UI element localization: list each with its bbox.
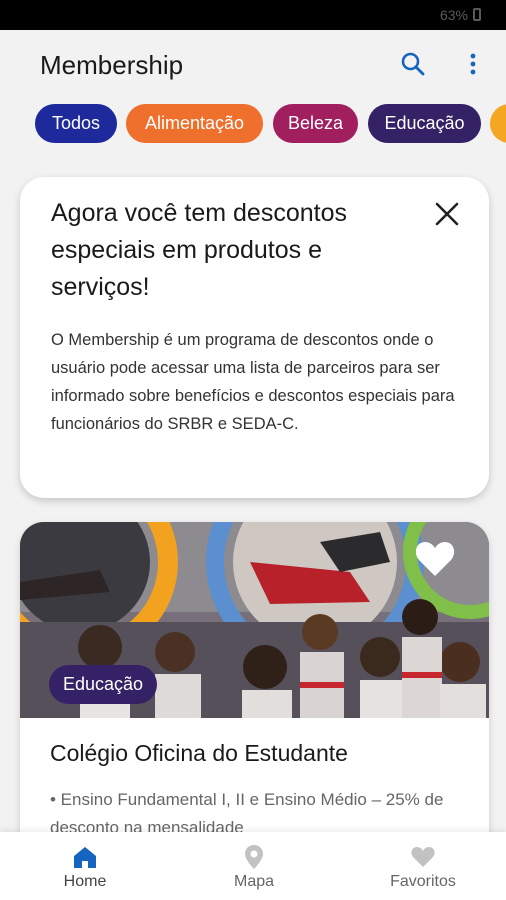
partner-card[interactable]: Educação Colégio Oficina do Estudante • … [20, 522, 489, 852]
more-vert-icon [470, 53, 476, 75]
info-card-title: Agora você tem descontos especiais em pr… [51, 199, 347, 301]
search-icon [401, 52, 425, 76]
nav-favorites[interactable]: Favoritos [363, 832, 483, 900]
page-title: Membership [40, 50, 184, 80]
nav-map[interactable]: Mapa [194, 832, 314, 900]
chip-beleza[interactable]: Beleza [273, 104, 358, 143]
status-bar: 63% [0, 0, 506, 30]
chip-alimentacao[interactable]: Alimentação [126, 104, 263, 143]
partner-name: Colégio Oficina do Estudante [50, 740, 348, 766]
info-card: Agora você tem descontos especiais em pr… [20, 177, 489, 498]
chip-todos[interactable]: Todos [35, 104, 117, 143]
nav-map-label: Mapa [233, 873, 275, 890]
more-options-button[interactable] [458, 49, 488, 79]
favorite-button[interactable] [414, 540, 456, 578]
info-card-body: O Membership é um programa de descontos … [51, 331, 455, 433]
chip-partial[interactable] [490, 104, 506, 143]
category-badge: Educação [49, 665, 158, 704]
bottom-navigation: Home Mapa Favoritos [0, 832, 506, 900]
nav-home[interactable]: Home [25, 832, 145, 900]
close-icon [435, 202, 459, 226]
heart-icon [415, 542, 455, 576]
chip-educacao[interactable]: Educação [368, 104, 481, 143]
map-pin-icon [245, 845, 263, 869]
home-icon [74, 847, 96, 868]
battery-icon [473, 8, 481, 21]
close-button[interactable] [432, 199, 462, 229]
nav-home-label: Home [63, 873, 107, 890]
search-button[interactable] [398, 49, 428, 79]
app-bar: Membership [0, 30, 506, 100]
heart-icon [411, 847, 435, 867]
category-filter-bar: Todos Alimentação Beleza Educação [0, 100, 506, 152]
battery-percentage: 63% [439, 7, 468, 23]
nav-favorites-label: Favoritos [390, 873, 456, 890]
